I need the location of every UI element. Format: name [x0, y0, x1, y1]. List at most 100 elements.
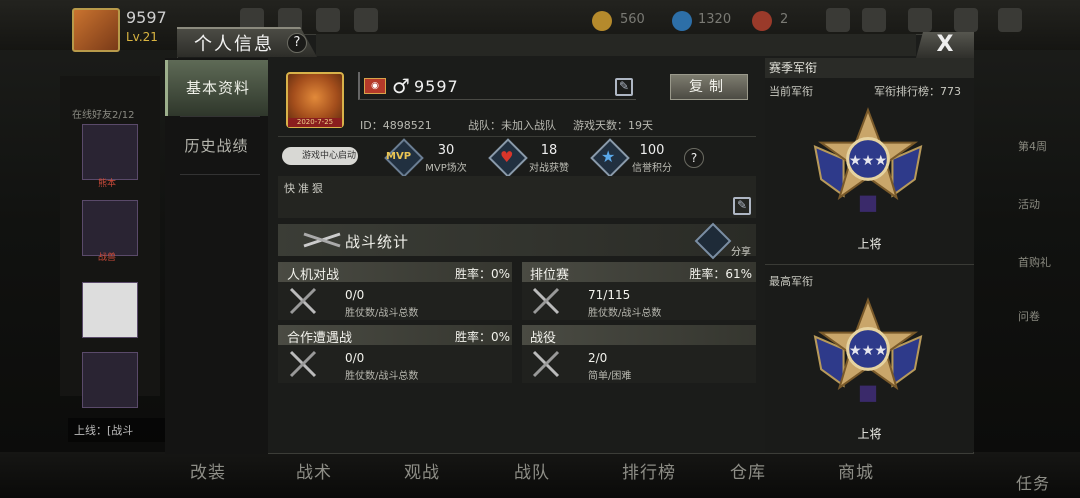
crossed-swords-icon: [289, 287, 317, 315]
card-win-rate: 胜率：0%: [454, 267, 510, 281]
nav-leaderboard[interactable]: 排行榜: [622, 458, 676, 483]
friend-label: 战兽: [98, 253, 117, 263]
signature-text: 快准狠: [284, 182, 326, 195]
top-player-name: 9597: [126, 8, 167, 27]
diamond-count: 1320: [698, 12, 732, 27]
card-subtitle: 简单/困难: [588, 371, 632, 382]
card-value: 0/0: [345, 351, 365, 365]
game-days: 游戏天数：19天: [573, 119, 653, 132]
player-id: ID：4898521: [360, 119, 432, 132]
top-avatar[interactable]: [72, 8, 120, 52]
highest-rank-name: 上将: [857, 427, 882, 441]
crossed-swords-icon: [532, 287, 560, 315]
mvp-label: MVP场次: [425, 163, 467, 174]
highest-rank-medal-icon: ★★★: [813, 297, 923, 402]
plus-icon[interactable]: [826, 8, 850, 32]
panel-divider: [765, 264, 974, 265]
ticket-icon: [752, 11, 772, 31]
card-value: 2/0: [588, 351, 608, 365]
dialog-title: 个人信息: [194, 34, 274, 55]
likes-count: 18: [540, 143, 558, 158]
online-friends: 在线好友2/12: [72, 110, 135, 121]
player-name: 9597: [414, 77, 459, 96]
nav-tasks[interactable]: 任务: [1016, 470, 1050, 494]
signature-box: [278, 176, 756, 218]
card-win-rate: 胜率：61%: [689, 267, 752, 281]
nav-warehouse[interactable]: 仓库: [730, 458, 766, 483]
game-center-badge[interactable]: 游戏中心启动: [282, 147, 358, 165]
card-subtitle: 胜仗数/战斗总数: [345, 308, 419, 319]
diamond-icon: [672, 11, 692, 31]
nav-shop[interactable]: 商城: [838, 458, 874, 483]
tab-basic-info[interactable]: 基本资料: [165, 60, 268, 116]
divider: [278, 136, 756, 137]
rail-activity[interactable]: 活动: [1018, 196, 1040, 212]
gear-icon[interactable]: [954, 8, 978, 32]
svg-text:★★★: ★★★: [849, 153, 887, 169]
current-rank-label: 当前军衔: [769, 85, 813, 98]
friends-icon[interactable]: [862, 8, 886, 32]
likes-label: 对战获赞: [529, 163, 569, 174]
help-icon[interactable]: ?: [287, 33, 307, 53]
close-button[interactable]: X: [916, 32, 974, 58]
rank-badge-icon: ◉: [364, 78, 386, 94]
friend-card[interactable]: [82, 124, 138, 180]
rail-first-purchase[interactable]: 首购礼: [1018, 254, 1051, 270]
coin-icon: [592, 11, 612, 31]
tab-divider: [180, 116, 260, 117]
nav-team[interactable]: 战队: [514, 458, 550, 483]
star-glyph: ★: [601, 147, 616, 166]
edit-signature-icon[interactable]: ✎: [733, 197, 751, 215]
copy-button[interactable]: 复制: [670, 74, 748, 100]
friend-card[interactable]: [82, 282, 138, 338]
card-subtitle: 胜仗数/战斗总数: [345, 371, 419, 382]
nav-spectate[interactable]: 观战: [404, 458, 440, 483]
card-title: 战役: [530, 331, 557, 346]
highest-rank-label: 最高军衔: [769, 275, 813, 288]
current-rank-name: 上将: [857, 237, 882, 251]
card-title: 人机对战: [287, 268, 340, 283]
season-rank-header: 赛季军衔: [765, 58, 974, 78]
avatar-date-band: 2020-7-25: [288, 118, 342, 127]
gender-male-icon: ♂: [392, 74, 410, 98]
rail-week[interactable]: 第4周: [1018, 138, 1047, 154]
ticket-count: 2: [780, 12, 789, 27]
card-title: 合作遭遇战: [287, 331, 353, 346]
crossed-swords-icon: [289, 350, 317, 378]
nav-modify[interactable]: 改装: [190, 458, 226, 483]
card-header: [522, 325, 756, 345]
rail-survey[interactable]: 问卷: [1018, 308, 1040, 324]
chat-bar[interactable]: 上线：[战斗: [68, 418, 178, 442]
mvp-count: 30: [437, 143, 455, 158]
coin-count: 560: [620, 12, 645, 27]
tab-history[interactable]: 历史战绩: [165, 118, 268, 174]
top-player-level: Lv.21: [126, 30, 158, 44]
present-icon[interactable]: [316, 8, 340, 32]
player-team: 战队：未加入战队: [468, 119, 556, 132]
card-subtitle: 胜仗数/战斗总数: [588, 308, 662, 319]
heart-glyph: ♥: [500, 148, 514, 166]
credit-score: 100: [639, 143, 665, 158]
rifle-icon: [303, 232, 341, 248]
share-label[interactable]: 分享: [731, 243, 751, 258]
tab-divider: [180, 174, 260, 175]
card-win-rate: 胜率：0%: [454, 330, 510, 344]
friend-card[interactable]: [82, 352, 138, 408]
credit-label: 信誉积分: [632, 163, 672, 174]
crossed-swords-icon: [532, 350, 560, 378]
mail-icon[interactable]: [908, 8, 932, 32]
card-value: 71/115: [588, 288, 631, 302]
edit-name-icon[interactable]: ✎: [615, 78, 633, 96]
question-icon[interactable]: ?: [684, 148, 704, 168]
nav-tactics[interactable]: 战术: [296, 458, 332, 483]
current-rank-medal-icon: ★★★: [813, 107, 923, 212]
book-icon[interactable]: [998, 8, 1022, 32]
grid-icon[interactable]: [354, 8, 378, 32]
dialog-header-bar: [316, 34, 916, 56]
friend-label: 熊本: [98, 179, 117, 189]
mvp-icon-text: MVP: [386, 151, 412, 162]
card-value: 0/0: [345, 288, 365, 302]
battle-stats-title: 战斗统计: [345, 233, 410, 251]
friend-card[interactable]: [82, 200, 138, 256]
rank-leaderboard-link[interactable]: 军衔排行榜：773: [874, 83, 961, 99]
